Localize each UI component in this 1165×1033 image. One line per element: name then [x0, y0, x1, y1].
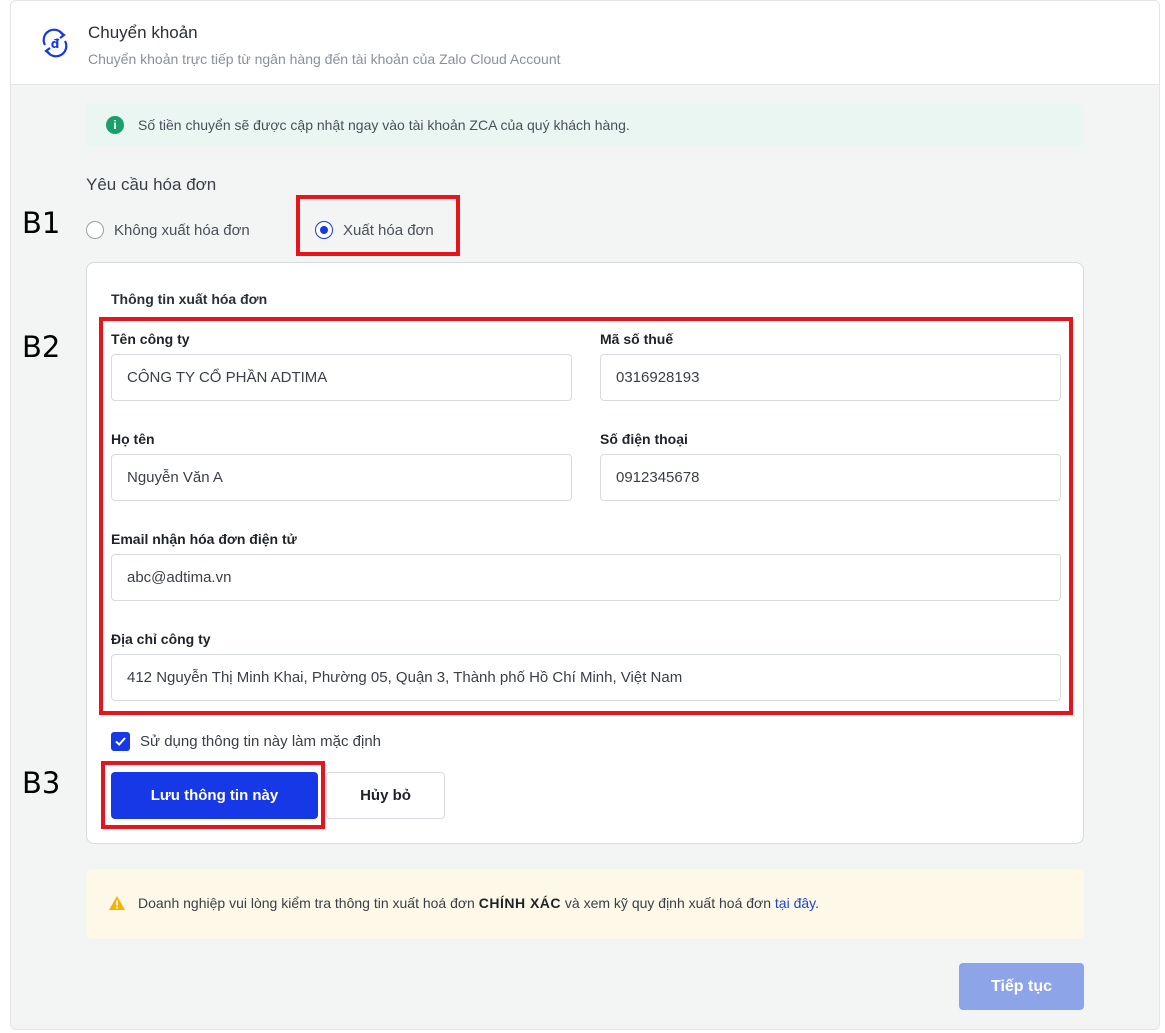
regulation-link[interactable]: tại đây	[775, 895, 815, 911]
warning-text-part: Doanh nghiệp vui lòng kiểm tra thông tin…	[138, 895, 479, 911]
warning-banner: Doanh nghiệp vui lòng kiểm tra thông tin…	[86, 869, 1084, 939]
default-info-checkbox[interactable]	[111, 732, 130, 751]
default-info-label: Sử dụng thông tin này làm mặc định	[140, 733, 382, 750]
check-icon	[115, 737, 126, 746]
radio-no-invoice[interactable]: Không xuất hóa đơn	[86, 217, 250, 243]
cancel-button[interactable]: Hủy bỏ	[326, 772, 445, 819]
info-banner-text: Số tiền chuyển sẽ được cập nhật ngay vào…	[138, 117, 630, 133]
transfer-dong-icon: đ	[39, 27, 71, 59]
highlight-box-b3	[101, 761, 325, 829]
info-icon: i	[106, 116, 124, 134]
warning-text: Doanh nghiệp vui lòng kiểm tra thông tin…	[138, 895, 819, 911]
invoice-form-title: Thông tin xuất hóa đơn	[111, 291, 268, 307]
step-marker-b1: B1	[22, 206, 61, 240]
radio-label: Không xuất hóa đơn	[114, 221, 250, 239]
warning-icon	[109, 896, 125, 910]
panel-header: đ Chuyển khoản Chuyển khoản trực tiếp từ…	[11, 1, 1159, 85]
highlight-box-b1	[296, 195, 460, 256]
invoice-request-title: Yêu cầu hóa đơn	[86, 175, 217, 194]
warning-text-part: .	[815, 895, 819, 911]
warning-text-part: và xem kỹ quy định xuất hoá đơn	[561, 895, 775, 911]
step-marker-b3: B3	[22, 766, 61, 800]
info-banner: i Số tiền chuyển sẽ được cập nhật ngay v…	[86, 104, 1084, 146]
page-subtitle: Chuyển khoản trực tiếp từ ngân hàng đến …	[88, 51, 561, 67]
radio-button[interactable]	[86, 221, 104, 239]
continue-button[interactable]: Tiếp tục	[959, 963, 1084, 1010]
highlight-box-b2	[99, 317, 1073, 715]
page-title: Chuyển khoản	[88, 23, 198, 42]
step-marker-b2: B2	[22, 330, 61, 364]
svg-text:đ: đ	[51, 37, 60, 51]
warning-emphasis: CHÍNH XÁC	[478, 895, 562, 911]
